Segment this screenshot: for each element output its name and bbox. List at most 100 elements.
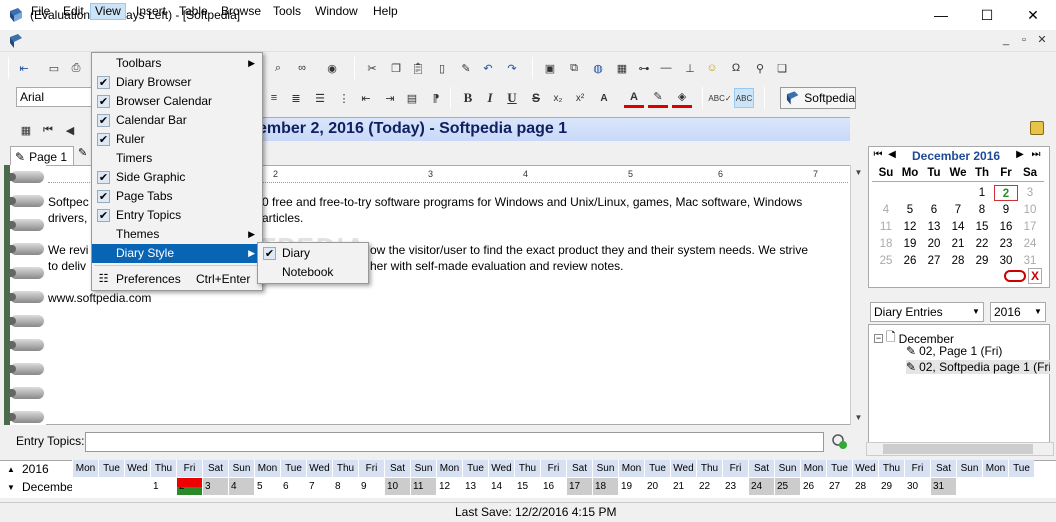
calendar-day[interactable]: 23: [994, 236, 1018, 252]
prev-month-icon[interactable]: ◀: [886, 149, 898, 163]
menu-browse[interactable]: Browse: [217, 3, 265, 20]
view-menu-item[interactable]: ✔ Side Graphic: [92, 168, 262, 187]
insert-picture-icon[interactable]: ▣: [540, 58, 560, 78]
mdi-close-button[interactable]: ✕: [1034, 32, 1050, 48]
doc-link-line[interactable]: www.softpedia.com: [48, 291, 151, 305]
scroll-down-icon[interactable]: ▼: [851, 410, 866, 425]
calendar-day[interactable]: 24: [1018, 236, 1042, 252]
first-page-icon[interactable]: ⏮: [38, 120, 58, 140]
calendar-bar-day[interactable]: 16: [540, 478, 566, 495]
month-down-icon[interactable]: ▼: [4, 480, 18, 496]
menu-file[interactable]: File: [27, 3, 54, 20]
calendar-bar-day[interactable]: 2: [176, 478, 202, 495]
menu-window[interactable]: Window: [311, 3, 362, 20]
calendar-day[interactable]: 14: [946, 219, 970, 235]
calendar-day[interactable]: 19: [898, 236, 922, 252]
calendar-day[interactable]: 11: [874, 219, 898, 235]
previous-page-icon[interactable]: ◀: [60, 120, 80, 140]
add-topic-icon[interactable]: [830, 432, 848, 450]
calendar-bar-day[interactable]: 3: [202, 478, 228, 495]
next-month-icon[interactable]: ▶: [1014, 149, 1026, 163]
calendar-day[interactable]: 8: [970, 202, 994, 218]
calendar-bar-day[interactable]: 31: [930, 478, 956, 495]
calendar-day[interactable]: 15: [970, 219, 994, 235]
calendar-bar-day[interactable]: 19: [618, 478, 644, 495]
clipboard-icon[interactable]: ❏: [772, 58, 792, 78]
calendar-day[interactable]: 22: [970, 236, 994, 252]
collapse-icon[interactable]: −: [874, 334, 883, 343]
view-menu-item[interactable]: Diary Style ▶: [92, 244, 262, 263]
view-menu-item[interactable]: Themes ▶: [92, 225, 262, 244]
calendar-day[interactable]: 3: [1018, 185, 1042, 201]
find-icon[interactable]: ⌕: [268, 58, 288, 78]
calendar-day[interactable]: 12: [898, 219, 922, 235]
view-menu-item[interactable]: ✔ Entry Topics: [92, 206, 262, 225]
entry-topics-input[interactable]: [85, 432, 824, 452]
calendar-bar-day[interactable]: 30: [904, 478, 930, 495]
calendar-bar-day[interactable]: 8: [332, 478, 358, 495]
lock-icon[interactable]: [1030, 121, 1044, 135]
calendar-bar-day[interactable]: 26: [800, 478, 826, 495]
menu-table[interactable]: Table: [175, 3, 212, 20]
calendar-day[interactable]: 2: [994, 185, 1018, 201]
calendar-bar-day[interactable]: 15: [514, 478, 540, 495]
open-folder-icon[interactable]: ▭: [44, 58, 64, 78]
tree-entry[interactable]: ✎ 02, Page 1 (Fri): [906, 344, 1002, 358]
calendar-bar-day[interactable]: 13: [462, 478, 488, 495]
horizontal-line-icon[interactable]: —: [656, 58, 676, 78]
symbol-icon[interactable]: Ω: [726, 58, 746, 78]
view-menu-item[interactable]: Timers: [92, 149, 262, 168]
view-menu-item[interactable]: ✔ Browser Calendar: [92, 92, 262, 111]
calendar-day[interactable]: 21: [946, 236, 970, 252]
align-right-icon[interactable]: ≡: [264, 88, 284, 108]
numbering-icon[interactable]: ⋮: [334, 88, 354, 108]
calendar-day[interactable]: 1: [970, 185, 994, 201]
format-painter-icon[interactable]: ✎: [456, 58, 476, 78]
minimize-button[interactable]: —: [918, 0, 964, 30]
cut-icon[interactable]: ✂: [362, 58, 382, 78]
calendar-bar-day[interactable]: 1: [150, 478, 176, 495]
browser-year-select[interactable]: 2016 ▼: [990, 302, 1046, 322]
calendar-bar-day[interactable]: 11: [410, 478, 436, 495]
calendar-bar-day[interactable]: 17: [566, 478, 592, 495]
calendar-bar-month[interactable]: December: [20, 480, 77, 496]
menu-help[interactable]: Help: [369, 3, 402, 20]
calendar-nav-icon[interactable]: ▦: [16, 120, 36, 140]
indent-icon[interactable]: ⇥: [380, 88, 400, 108]
menu-tools[interactable]: Tools: [269, 3, 305, 20]
mdi-minimize-button[interactable]: _: [998, 32, 1014, 48]
calendar-bar-day[interactable]: 12: [436, 478, 462, 495]
back-icon[interactable]: ⇤: [14, 58, 34, 78]
browser-mode-select[interactable]: Diary Entries ▼: [870, 302, 984, 322]
diary-style-item[interactable]: Notebook: [258, 263, 368, 282]
view-menu-item[interactable]: ✔ Diary Browser: [92, 73, 262, 92]
calendar-bar-day[interactable]: 24: [748, 478, 774, 495]
calendar-day[interactable]: 30: [994, 253, 1018, 269]
copy-icon[interactable]: ❐: [386, 58, 406, 78]
block-icon[interactable]: ▤: [402, 88, 422, 108]
web-link-icon[interactable]: ◍: [588, 58, 608, 78]
calendar-day[interactable]: 20: [922, 236, 946, 252]
year-up-icon[interactable]: ▲: [4, 462, 18, 478]
calendar-day[interactable]: 16: [994, 219, 1018, 235]
outdent-icon[interactable]: ⇤: [356, 88, 376, 108]
menu-insert[interactable]: Insert: [132, 3, 170, 20]
today-marker-icon[interactable]: [1004, 270, 1026, 282]
underline-icon[interactable]: U: [502, 88, 522, 108]
calendar-clear-button[interactable]: X: [1028, 268, 1042, 284]
spellcheck-icon[interactable]: ABC✓: [708, 88, 731, 108]
editor-vertical-scrollbar[interactable]: ▼ ▼: [850, 165, 865, 425]
clear-icon[interactable]: ▯: [432, 58, 452, 78]
insert-table-icon[interactable]: ▦: [612, 58, 632, 78]
calendar-day[interactable]: 10: [1018, 202, 1042, 218]
calendar-day[interactable]: 13: [922, 219, 946, 235]
calendar-bar-day[interactable]: 4: [228, 478, 254, 495]
page-break-icon[interactable]: ⊥: [680, 58, 700, 78]
calendar-bar-day[interactable]: 22: [696, 478, 722, 495]
view-menu-item[interactable]: ☷ Preferences Ctrl+Enter: [92, 270, 262, 289]
superscript-icon[interactable]: x²: [570, 88, 590, 108]
paste-icon[interactable]: 📋︎: [408, 58, 428, 78]
tab-page-1[interactable]: ✎ Page 1: [10, 146, 74, 166]
maximize-button[interactable]: ☐: [964, 0, 1010, 30]
calendar-day[interactable]: 25: [874, 253, 898, 269]
